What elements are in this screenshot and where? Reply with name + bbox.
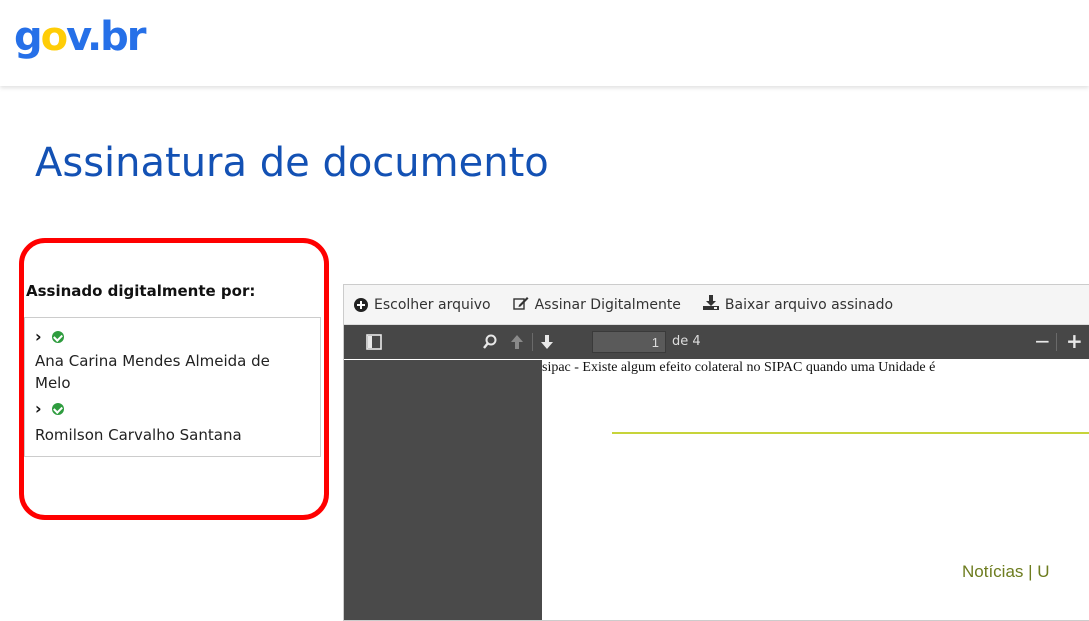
page-title: Assinatura de documento	[35, 140, 549, 186]
sign-digitally-button[interactable]: Assinar Digitalmente	[512, 296, 681, 314]
download-icon	[702, 295, 719, 314]
pdf-page: sipac - Existe algum efeito colateral no…	[542, 360, 1089, 620]
edit-icon	[512, 296, 529, 314]
sign-digitally-label: Assinar Digitalmente	[534, 296, 681, 313]
signers-list: › Ana Carina Mendes Almeida de Melo › Ro…	[24, 318, 321, 457]
toolbar-separator	[532, 333, 533, 351]
download-signed-label: Baixar arquivo assinado	[724, 296, 894, 313]
document-viewer: Escolher arquivo Assinar Digitalmente Ba…	[343, 284, 1089, 621]
choose-file-button[interactable]: Escolher arquivo	[354, 297, 491, 313]
signer-name: Romilson Carvalho Santana	[35, 426, 242, 444]
signers-title: Assinado digitalmente por:	[24, 270, 321, 318]
page-total: de 4	[672, 334, 701, 349]
page-number-input[interactable]	[592, 331, 666, 353]
plus-circle-icon	[354, 297, 368, 312]
signer-item[interactable]: › Romilson Carvalho Santana	[35, 394, 310, 446]
zoom-out-button[interactable]: −	[1034, 329, 1051, 353]
action-toolbar: Escolher arquivo Assinar Digitalmente Ba…	[344, 285, 1089, 325]
choose-file-label: Escolher arquivo	[374, 296, 491, 313]
toolbar-separator	[1056, 333, 1057, 351]
pdf-content-area[interactable]: sipac - Existe algum efeito colateral no…	[344, 360, 1089, 620]
sidebar-toggle-icon[interactable]	[366, 334, 382, 350]
document-nav-links[interactable]: Notícias | U	[962, 562, 1050, 582]
signers-panel: Assinado digitalmente por: › Ana Carina …	[24, 270, 321, 457]
document-header-text: sipac - Existe algum efeito colateral no…	[542, 360, 936, 375]
check-circle-icon	[51, 403, 64, 415]
arrow-down-icon[interactable]	[540, 334, 554, 350]
document-divider	[612, 432, 1089, 434]
pdf-toolbar: de 4 − +	[344, 325, 1089, 359]
zoom-in-button[interactable]: +	[1066, 329, 1083, 353]
check-circle-icon	[51, 331, 64, 343]
signer-name: Ana Carina Mendes Almeida de Melo	[35, 352, 270, 392]
chevron-right-icon[interactable]: ›	[35, 326, 42, 348]
govbr-logo[interactable]: gov.br	[14, 12, 146, 62]
chevron-right-icon[interactable]: ›	[35, 398, 42, 420]
site-header: gov.br	[0, 0, 1089, 86]
signer-item[interactable]: › Ana Carina Mendes Almeida de Melo	[35, 322, 310, 394]
download-signed-button[interactable]: Baixar arquivo assinado	[702, 295, 894, 314]
search-icon[interactable]	[482, 334, 498, 350]
arrow-up-icon[interactable]	[510, 334, 524, 350]
